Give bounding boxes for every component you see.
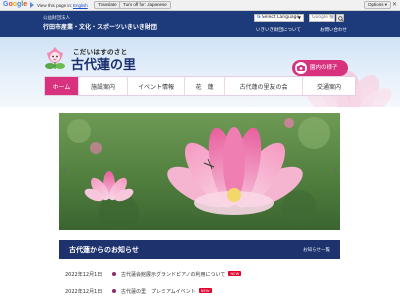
news-item[interactable]: 2022年12月1日 古代蓮の里 プレミアムイベント NEW <box>59 285 340 297</box>
slide-prev-icon[interactable]: ‹ <box>61 163 69 177</box>
news-link-text[interactable]: 古代蓮の里 プレミアムイベント <box>121 289 196 295</box>
nav-facilities[interactable]: 施設案内 <box>79 77 128 95</box>
lotus-photo <box>59 113 340 230</box>
slide-next-icon[interactable]: › <box>331 163 339 177</box>
slide-dots <box>61 230 91 245</box>
news-header: 古代蓮からのお知らせ お知らせ一覧 <box>59 240 340 259</box>
nav-access[interactable]: 交通案内 <box>303 77 355 95</box>
nav-friends-club[interactable]: 古代蓮の里友の会 <box>225 77 303 95</box>
about-foundation-link[interactable]: いきいき財団について <box>256 27 301 33</box>
main-nav: ホーム 施設案内 イベント情報 花 蓮 古代蓮の里友の会 交通案内 <box>44 76 356 96</box>
search-button[interactable] <box>336 14 344 22</box>
chevron-down-icon: ▼ <box>297 15 301 20</box>
nav-events[interactable]: イベント情報 <box>128 77 185 95</box>
garden-view-button[interactable]: 園内の様子 <box>292 60 348 76</box>
mascot-logo <box>45 47 65 69</box>
nav-lotus[interactable]: 花 蓮 <box>185 77 225 95</box>
options-button[interactable]: Options ▾ <box>364 1 392 9</box>
new-badge: NEW <box>198 288 212 293</box>
translate-arrow-icon <box>30 2 34 8</box>
news-text[interactable]: 古代蓮の里 プレミアムイベント NEW <box>121 288 212 295</box>
search-input[interactable]: Google 検索 <box>309 14 335 22</box>
news-text[interactable]: 古代蓮会館展示グランドピアノの利用について NEW <box>121 271 242 278</box>
org-name-link[interactable]: 行田市産業・文化・スポーツいきいき財団 <box>43 22 157 31</box>
garden-view-label: 園内の様子 <box>310 65 338 71</box>
news-list-link[interactable]: お知らせ一覧 <box>303 247 330 253</box>
site-header-band: 公益財団法人 行田市産業・文化・スポーツいきいき財団 GSelect Langu… <box>0 11 400 37</box>
hero-slideshow[interactable] <box>59 113 340 230</box>
bullet-icon <box>112 272 116 276</box>
translate-button[interactable]: Translate <box>94 1 121 9</box>
nav-home[interactable]: ホーム <box>45 77 79 95</box>
close-icon[interactable]: ✕ <box>392 1 397 9</box>
bullet-icon <box>112 289 116 293</box>
turn-off-button[interactable]: Turn off for: Japanese <box>119 1 171 9</box>
language-select[interactable]: GSelect Language ▼ <box>254 14 304 22</box>
site-title[interactable]: 古代蓮の里 <box>71 54 136 73</box>
news-title: 古代蓮からのお知らせ <box>69 246 139 254</box>
contact-link[interactable]: お問い合わせ <box>320 27 347 33</box>
search-icon <box>338 16 344 22</box>
brand-area: こだいはすのさと 古代蓮の里 園内の様子 <box>0 37 400 107</box>
news-link-text[interactable]: 古代蓮会館展示グランドピアノの利用について <box>121 272 225 278</box>
camera-icon <box>295 62 307 74</box>
translate-bar: Google View this page in: English Transl… <box>0 0 400 11</box>
new-badge: NEW <box>228 271 242 276</box>
news-item[interactable]: 2022年12月1日 古代蓮会館展示グランドピアノの利用について NEW <box>59 268 340 280</box>
view-page-text: View this page in: <box>37 3 73 8</box>
news-date: 2022年12月1日 <box>65 272 103 278</box>
org-type-label: 公益財団法人 <box>43 16 70 21</box>
language-select-label: Select Language <box>261 15 300 20</box>
google-logo: Google <box>3 1 28 8</box>
news-date: 2022年12月1日 <box>65 289 103 295</box>
language-link[interactable]: English <box>73 3 88 8</box>
